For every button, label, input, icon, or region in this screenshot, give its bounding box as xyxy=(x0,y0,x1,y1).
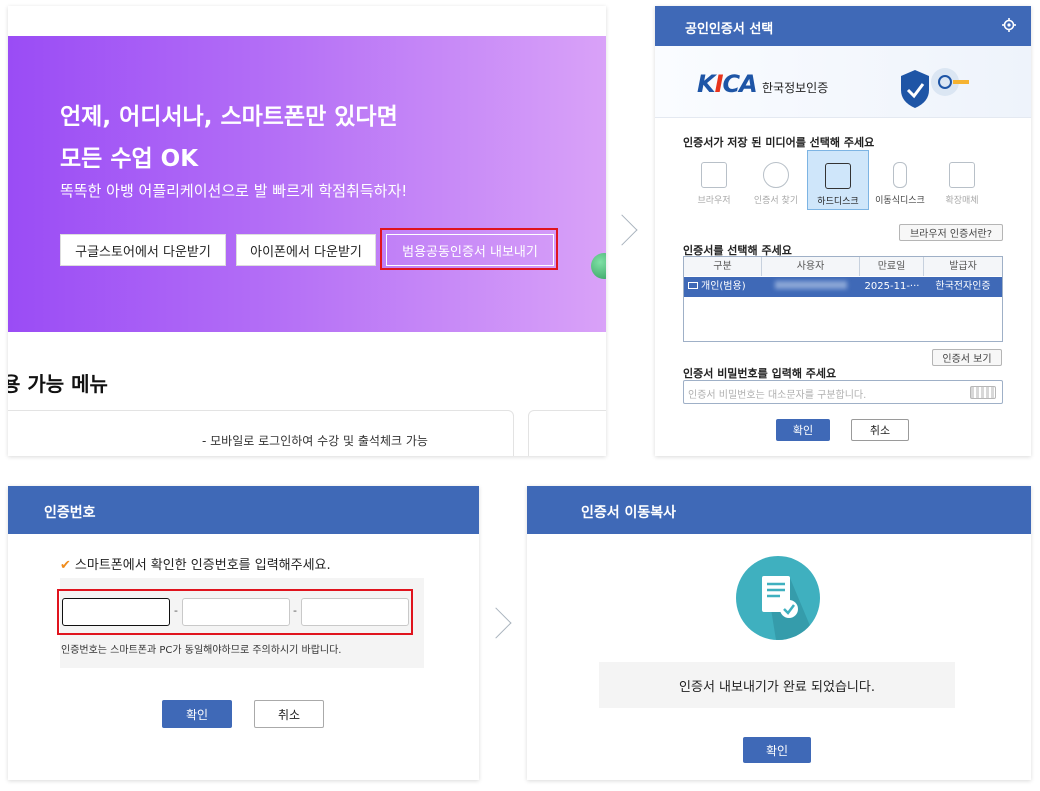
media-find-certificate[interactable]: 인증서 찾기 xyxy=(745,150,807,210)
browser-icon xyxy=(701,162,727,188)
headline-line-2: 모든 수업 OK xyxy=(60,146,199,172)
id-card-icon xyxy=(688,282,698,289)
dialog-title: 인증번호 xyxy=(8,486,479,534)
search-icon xyxy=(763,162,789,188)
column-header: 사용자 xyxy=(762,257,860,276)
gear-icon[interactable] xyxy=(1001,17,1017,33)
menu-card-text: - 모바일로 로그인하여 수강 및 출석체크 가능 xyxy=(202,434,428,448)
kica-logo: KICA xyxy=(697,70,758,98)
media-browser[interactable]: 브라우저 xyxy=(683,150,745,210)
cert-expiry-cell: 2025-11-··· xyxy=(864,281,920,292)
password-placeholder: 인증서 비밀번호는 대소문자를 구분합니다. xyxy=(688,390,867,401)
media-extension[interactable]: 확장매체 xyxy=(931,150,993,210)
cancel-button[interactable]: 취소 xyxy=(254,700,324,728)
certificate-password-input[interactable]: 인증서 비밀번호는 대소문자를 구분합니다. xyxy=(683,380,1003,404)
column-header: 만료일 xyxy=(860,257,924,276)
media-label: 인증서가 저장 된 미디어를 선택해 주세요 xyxy=(683,136,875,149)
highlight-box xyxy=(380,228,558,270)
column-header: 발급자 xyxy=(924,257,1002,276)
banner-subtitle: 똑똑한 아뱅 어플리케이션으로 발 빠르게 학점취득하자! xyxy=(60,182,408,200)
browser-cert-info-button[interactable]: 브라우저 인증서란? xyxy=(899,224,1003,241)
cert-issuer-cell: 한국전자인증 xyxy=(935,281,991,292)
dialog-title: 공인인증서 선택 xyxy=(655,6,1031,46)
document-check-icon xyxy=(736,556,820,640)
certificate-copy-dialog: 인증서 이동복사 인증서 내보내기가 완료 되었습니다. 확인 xyxy=(527,486,1031,780)
usb-icon xyxy=(893,162,907,188)
kica-logo-area: KICA 한국정보인증 xyxy=(655,46,1031,118)
checkmark-icon: ✔ xyxy=(60,558,71,573)
app-banner-panel: 언제, 어디서나, 스마트폰만 있다면 모든 수업 OK 똑똑한 아뱅 어플리케… xyxy=(8,6,606,456)
folder-share-icon xyxy=(949,162,975,188)
blurred-username xyxy=(775,281,847,289)
completion-message: 인증서 내보내기가 완료 되었습니다. xyxy=(599,662,955,708)
banner-headline: 언제, 어디서나, 스마트폰만 있다면 모든 수업 OK xyxy=(60,96,530,180)
headline-line-1: 언제, 어디서나, 스마트폰만 있다면 xyxy=(60,104,398,130)
confirm-button[interactable]: 확인 xyxy=(162,700,232,728)
chevron-right-icon xyxy=(606,214,638,246)
code-note: 인증번호는 스마트폰과 PC가 동일해야하므로 주의하시기 바랍니다. xyxy=(61,645,342,656)
table-row[interactable]: 개인(범용) 2025-11-··· 한국전자인증 xyxy=(684,277,1002,297)
confirm-button[interactable]: 확인 xyxy=(743,737,811,763)
menu-card-2[interactable] xyxy=(528,410,606,456)
monitor-icon xyxy=(825,163,851,189)
media-removable-disk[interactable]: 이동식디스크 xyxy=(869,150,931,210)
column-header: 구분 xyxy=(684,257,762,276)
cert-type-cell: 개인(범용) xyxy=(688,277,760,297)
certificate-table: 구분 사용자 만료일 발급자 개인(범용) 2025-11-··· 한국전자인증 xyxy=(683,256,1003,342)
chevron-right-icon xyxy=(480,607,512,639)
media-hard-disk[interactable]: 하드디스크 xyxy=(807,150,869,210)
iphone-download-button[interactable]: 아이폰에서 다운받기 xyxy=(236,234,376,266)
highlight-box xyxy=(57,589,413,635)
keyboard-icon[interactable] xyxy=(970,386,996,399)
cancel-button[interactable]: 취소 xyxy=(851,419,909,441)
google-store-download-button[interactable]: 구글스토어에서 다운받기 xyxy=(60,234,226,266)
certificate-select-dialog: 공인인증서 선택 KICA 한국정보인증 인증서가 저장 된 미디어를 선택해 … xyxy=(655,6,1031,456)
confirm-button[interactable]: 확인 xyxy=(776,419,830,441)
instruction-message: ✔ 스마트폰에서 확인한 인증번호를 입력해주세요. xyxy=(60,558,331,573)
dialog-title: 인증서 이동복사 xyxy=(527,486,1031,534)
verification-code-dialog: 인증번호 ✔ 스마트폰에서 확인한 인증번호를 입력해주세요. - - 인증번호는… xyxy=(8,486,479,780)
cert-user-cell xyxy=(768,277,854,297)
password-label: 인증서 비밀번호를 입력해 주세요 xyxy=(683,367,837,380)
view-certificate-button[interactable]: 인증서 보기 xyxy=(932,349,1002,366)
kica-logo-text: 한국정보인증 xyxy=(762,81,829,95)
menu-heading: 용 가능 메뉴 xyxy=(8,372,108,396)
security-shield-icon xyxy=(901,68,969,108)
